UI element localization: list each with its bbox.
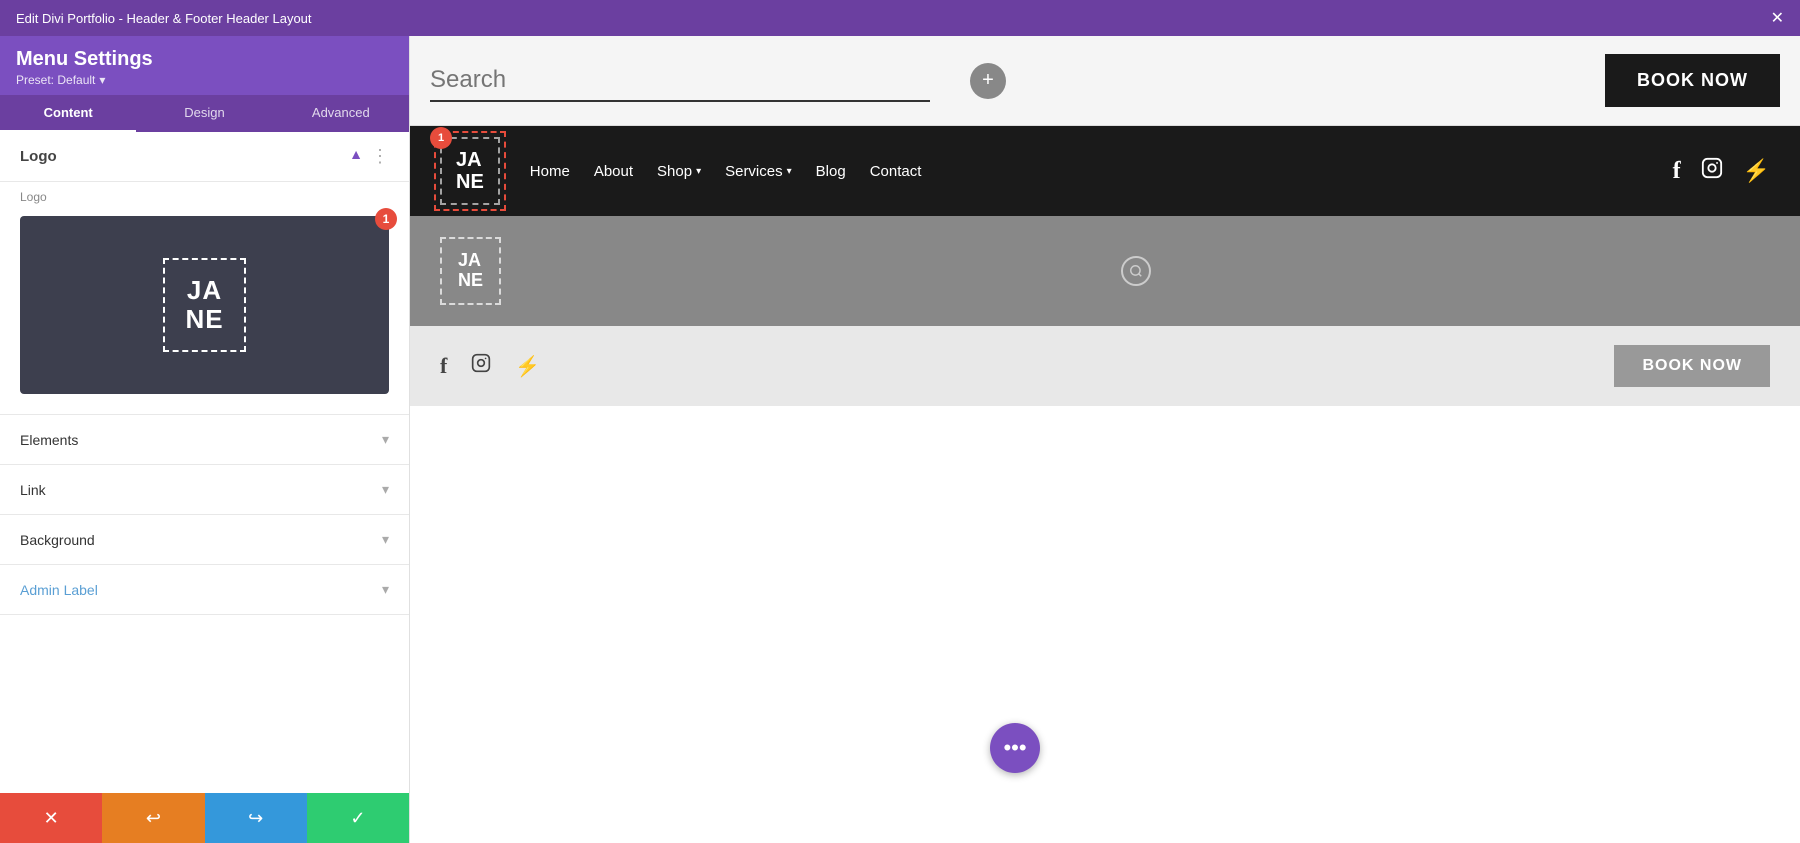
sticky-logo-text: JA NE (458, 251, 483, 291)
elements-section: Elements ▾ (0, 415, 409, 465)
nav-home[interactable]: Home (530, 163, 570, 180)
logo-section-title: Logo (20, 148, 57, 165)
logo-section-controls: ▲ ⋮ (349, 146, 389, 167)
deviantart-icon[interactable]: ⚡ (1743, 158, 1770, 184)
elements-title: Elements (20, 432, 78, 448)
background-section-header[interactable]: Background ▾ (0, 515, 409, 564)
preview-book-bar: f ⚡ BOOK NOW (410, 326, 1800, 406)
admin-label-chevron: ▾ (382, 581, 389, 598)
plus-button[interactable]: + (970, 63, 1006, 99)
panel-title: Menu Settings (16, 48, 393, 71)
sticky-logo-box[interactable]: JA NE (440, 237, 501, 305)
left-panel: Menu Settings Preset: Default ▾ Content … (0, 36, 410, 843)
window-title: Edit Divi Portfolio - Header & Footer He… (16, 11, 312, 26)
logo-label: Logo (0, 182, 409, 208)
logo-section: Logo ▲ ⋮ Logo 1 JA NE (0, 132, 409, 415)
admin-label-header[interactable]: Admin Label ▾ (0, 565, 409, 614)
preview-social-icons: f ⚡ (1673, 157, 1770, 185)
undo-button[interactable]: ↩ (102, 793, 204, 843)
title-bar: Edit Divi Portfolio - Header & Footer He… (0, 0, 1800, 36)
cancel-button[interactable]: ✕ (0, 793, 102, 843)
logo-preview-text: JA NE (185, 276, 223, 333)
logo-preview[interactable]: 1 JA NE (20, 216, 389, 394)
nav-shop[interactable]: Shop ▾ (657, 163, 701, 180)
background-title: Background (20, 532, 95, 548)
admin-label-title: Admin Label (20, 582, 98, 598)
link-section-header[interactable]: Link ▾ (0, 465, 409, 514)
link-chevron: ▾ (382, 481, 389, 498)
admin-label-section: Admin Label ▾ (0, 565, 409, 615)
elements-section-header[interactable]: Elements ▾ (0, 415, 409, 464)
panel-preset[interactable]: Preset: Default ▾ (16, 73, 393, 87)
nav-contact[interactable]: Contact (870, 163, 922, 180)
tab-design[interactable]: Design (136, 95, 272, 132)
logo-preview-container: 1 JA NE (0, 208, 409, 414)
facebook-icon[interactable]: f (1673, 158, 1681, 185)
instagram-icon[interactable] (1701, 157, 1723, 185)
book-deviantart-icon[interactable]: ⚡ (515, 354, 540, 379)
action-bar: ✕ ↩ ↪ ✓ (0, 793, 409, 843)
preview-white-area (410, 406, 1800, 843)
preview-book-social: f ⚡ (440, 353, 540, 379)
preview-top-bar: + BOOK NOW (410, 36, 1800, 126)
save-button[interactable]: ✓ (307, 793, 409, 843)
link-title: Link (20, 482, 46, 498)
background-chevron: ▾ (382, 531, 389, 548)
tab-advanced[interactable]: Advanced (273, 95, 409, 132)
close-button[interactable]: ✕ (1771, 8, 1784, 28)
preview-logo-text: JA NE (456, 149, 484, 193)
sticky-search-icon[interactable] (1121, 256, 1151, 286)
book-facebook-icon[interactable]: f (440, 353, 447, 379)
search-input[interactable] (430, 60, 930, 102)
main-layout: Menu Settings Preset: Default ▾ Content … (0, 36, 1800, 843)
nav-blog[interactable]: Blog (816, 163, 846, 180)
elements-chevron: ▾ (382, 431, 389, 448)
book-now-button-bottom[interactable]: BOOK NOW (1614, 345, 1770, 387)
tabs-bar: Content Design Advanced (0, 95, 409, 132)
nav-about[interactable]: About (594, 163, 633, 180)
preview-nav: Home About Shop ▾ Services ▾ Blog Contac… (530, 163, 922, 180)
preview-logo-badge: 1 (430, 127, 452, 149)
logo-toggle-up[interactable]: ▲ (349, 146, 363, 167)
preview-header-nav: 1 JA NE Home About Shop ▾ Services ▾ Blo… (410, 126, 1800, 216)
logo-inner-box: JA NE (163, 258, 245, 351)
link-section: Link ▾ (0, 465, 409, 515)
nav-services[interactable]: Services ▾ (725, 163, 792, 180)
preview-sticky-bar: JA NE (410, 216, 1800, 326)
tab-content[interactable]: Content (0, 95, 136, 132)
panel-header: Menu Settings Preset: Default ▾ (0, 36, 409, 95)
book-now-button-top[interactable]: BOOK NOW (1605, 54, 1780, 107)
preview-logo-box[interactable]: 1 JA NE (440, 137, 500, 205)
logo-badge: 1 (375, 208, 397, 230)
logo-section-header[interactable]: Logo ▲ ⋮ (0, 132, 409, 182)
background-section: Background ▾ (0, 515, 409, 565)
panel-content: Logo ▲ ⋮ Logo 1 JA NE (0, 132, 409, 793)
preview-panel: + BOOK NOW 1 JA NE Home About Shop ▾ Ser… (410, 36, 1800, 843)
redo-button[interactable]: ↪ (205, 793, 307, 843)
logo-more-options[interactable]: ⋮ (371, 146, 389, 167)
search-container (430, 60, 930, 102)
floating-options-button[interactable]: ••• (990, 723, 1040, 773)
book-instagram-icon[interactable] (471, 353, 491, 379)
search-wrapper (430, 60, 930, 102)
